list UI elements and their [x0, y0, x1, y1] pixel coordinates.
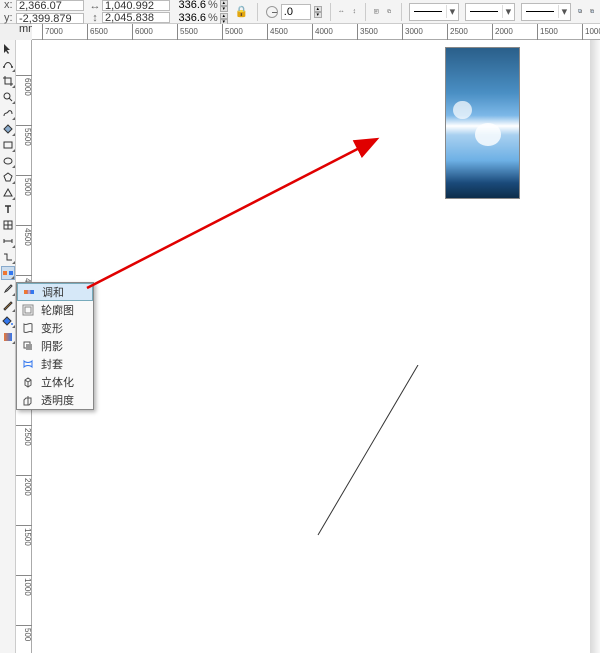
- flyout-label: 轮廓图: [41, 302, 74, 318]
- distort-icon: [21, 321, 35, 335]
- mirror-h-button[interactable]: [338, 3, 345, 21]
- connector-tool[interactable]: [1, 250, 15, 264]
- shadow-icon: [21, 339, 35, 353]
- outline-width-combo[interactable]: ▾: [409, 3, 459, 21]
- pick-tool[interactable]: [1, 42, 15, 56]
- x-value[interactable]: 2,366.07 mm: [16, 0, 84, 11]
- rotation-group: ▴▾: [266, 4, 322, 20]
- rotation-spinner[interactable]: ▴▾: [314, 6, 322, 17]
- rotation-icon: [266, 6, 278, 18]
- toolbox: [0, 40, 16, 653]
- flyout-item-extrude[interactable]: 立体化: [17, 373, 93, 391]
- flyout-item-blend[interactable]: 调和: [17, 283, 93, 301]
- table-tool[interactable]: [1, 218, 15, 232]
- eyedropper-tool[interactable]: [1, 282, 15, 296]
- shape-tool[interactable]: [1, 58, 15, 72]
- flyout-label: 立体化: [41, 374, 74, 390]
- crop-tool[interactable]: [1, 74, 15, 88]
- horizontal-ruler: 7000 6500 6000 5500 5000 4500 4000 3500 …: [32, 24, 600, 40]
- flyout-label: 封套: [41, 356, 63, 372]
- placed-image[interactable]: [445, 47, 520, 199]
- scale-y-spinner[interactable]: ▴▾: [220, 13, 228, 24]
- mirror-v-button[interactable]: [351, 3, 358, 21]
- rectangle-tool[interactable]: [1, 138, 15, 152]
- transparency-icon: [21, 393, 35, 407]
- freehand-tool[interactable]: [1, 106, 15, 120]
- scale-y[interactable]: 336.6: [176, 12, 206, 24]
- size-readout: ↔ 1,040.992 mm ↕ 2,045.838 mm: [90, 0, 170, 23]
- flyout-item-contour[interactable]: 轮廓图: [17, 301, 93, 319]
- order-button[interactable]: [386, 3, 393, 21]
- position-readout: x: 2,366.07 mm y: -2,399.879 mm: [4, 0, 84, 24]
- scale-x-spinner[interactable]: ▴▾: [220, 0, 228, 11]
- scale-x[interactable]: 336.6: [176, 0, 206, 11]
- to-back-button[interactable]: [589, 3, 596, 21]
- rotation-input[interactable]: [281, 4, 311, 20]
- height-value[interactable]: 2,045.838 mm: [102, 12, 170, 23]
- outline-width-swatch: [414, 11, 442, 12]
- line-style-swatch: [470, 11, 498, 12]
- flyout-item-distort[interactable]: 变形: [17, 319, 93, 337]
- y-value[interactable]: -2,399.879 mm: [16, 13, 84, 24]
- ellipse-tool[interactable]: [1, 154, 15, 168]
- interactive-tool[interactable]: [1, 266, 15, 280]
- flyout-label: 透明度: [41, 392, 74, 408]
- height-icon: ↕: [90, 13, 100, 23]
- line-style-combo[interactable]: ▾: [465, 3, 515, 21]
- scale-readout: 336.6 % ▴▾ 336.6 % ▴▾: [176, 0, 228, 24]
- interactive-tool-flyout: 调和 轮廓图 变形 阴影 封套 立体化 透明度: [16, 282, 94, 410]
- lock-ratio-button[interactable]: 🔒: [234, 3, 250, 21]
- envelope-icon: [21, 357, 35, 371]
- fill-tool[interactable]: [1, 314, 15, 328]
- y-label: y:: [4, 12, 14, 24]
- dimension-tool[interactable]: [1, 234, 15, 248]
- flyout-label: 变形: [41, 320, 63, 336]
- outline-tool[interactable]: [1, 298, 15, 312]
- flyout-item-envelope[interactable]: 封套: [17, 355, 93, 373]
- zoom-tool[interactable]: [1, 90, 15, 104]
- drawn-line-object[interactable]: [308, 365, 428, 545]
- flyout-item-transparency[interactable]: 透明度: [17, 391, 93, 409]
- flyout-item-shadow[interactable]: 阴影: [17, 337, 93, 355]
- text-tool[interactable]: [1, 202, 15, 216]
- x-label: x:: [4, 0, 14, 11]
- contour-icon: [21, 303, 35, 317]
- width-icon: ↔: [90, 1, 100, 11]
- start-arrow-swatch: [526, 11, 554, 12]
- extrude-icon: [21, 375, 35, 389]
- width-value[interactable]: 1,040.992 mm: [102, 0, 170, 11]
- flyout-label: 调和: [42, 284, 64, 300]
- property-bar: x: 2,366.07 mm y: -2,399.879 mm ↔ 1,040.…: [0, 0, 600, 24]
- smart-fill-tool[interactable]: [1, 122, 15, 136]
- wrap-text-button[interactable]: [373, 3, 380, 21]
- blend-icon: [22, 285, 36, 299]
- page-edge-shadow: [590, 40, 600, 653]
- canvas[interactable]: [32, 40, 600, 653]
- start-arrow-combo[interactable]: ▾: [521, 3, 571, 21]
- interactive-fill-tool[interactable]: [1, 330, 15, 344]
- polygon-tool[interactable]: [1, 170, 15, 184]
- to-front-button[interactable]: [577, 3, 584, 21]
- basic-shapes-tool[interactable]: [1, 186, 15, 200]
- flyout-label: 阴影: [41, 338, 63, 354]
